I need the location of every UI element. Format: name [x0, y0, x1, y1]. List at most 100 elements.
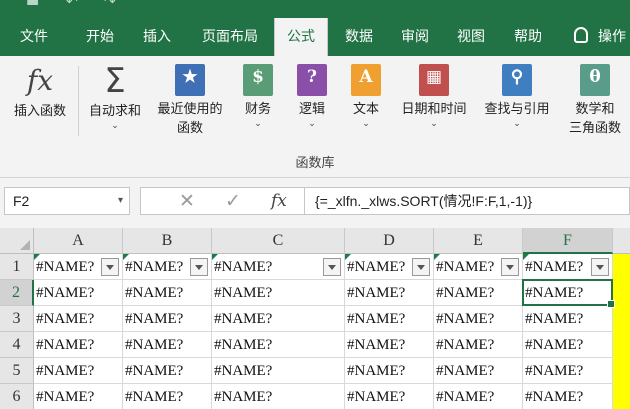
row-header-1[interactable]: 1: [0, 254, 34, 280]
row-header-6[interactable]: 6: [0, 384, 34, 409]
cell-c6[interactable]: #NAME?: [212, 384, 345, 409]
cell-value: #NAME?: [125, 389, 184, 405]
filter-dropdown-icon[interactable]: [501, 258, 519, 276]
column-header-c[interactable]: C: [212, 228, 345, 254]
formula-bar: F2 ▾ ✕ ✓ fx {=_xlfn._xlws.SORT(情况!F:F,1,…: [0, 178, 630, 228]
cancel-icon[interactable]: ✕: [179, 190, 195, 212]
column-header-a[interactable]: A: [34, 228, 123, 254]
name-box[interactable]: F2 ▾: [4, 187, 130, 215]
cell-e2[interactable]: #NAME?: [434, 280, 523, 306]
cell-c2[interactable]: #NAME?: [212, 280, 345, 306]
cell-d5[interactable]: #NAME?: [345, 358, 434, 384]
calendar-book-icon: ▦: [419, 64, 449, 96]
cell-d1[interactable]: #NAME?: [345, 254, 434, 280]
cell-b2[interactable]: #NAME?: [123, 280, 212, 306]
spreadsheet-grid: ABCDEFG 123456 #NAME? #NAME? #NAME? #NAME? #…: [0, 228, 630, 409]
cell-e4[interactable]: #NAME?: [434, 332, 523, 358]
row-header-2[interactable]: 2: [0, 280, 34, 306]
cell-f3[interactable]: #NAME?: [523, 306, 613, 332]
text-button[interactable]: A 文本 ⌄: [344, 64, 388, 129]
enter-icon[interactable]: ✓: [225, 190, 241, 212]
financial-button[interactable]: $ 财务 ⌄: [236, 64, 280, 129]
chevron-down-icon: ⌄: [308, 119, 316, 129]
cell-value: #NAME?: [436, 311, 495, 327]
text-label: 文本: [352, 102, 379, 117]
row-header-5[interactable]: 5: [0, 358, 34, 384]
cell-f1[interactable]: #NAME?: [523, 254, 613, 280]
tab-insert[interactable]: 插入: [132, 18, 182, 56]
cell-value: #NAME?: [436, 363, 495, 379]
column-header-d[interactable]: D: [345, 228, 434, 254]
lightbulb-icon: [574, 27, 588, 43]
cell-d6[interactable]: #NAME?: [345, 384, 434, 409]
select-all-button[interactable]: [0, 228, 34, 254]
lookup-reference-button[interactable]: ⚲ 查找与引用 ⌄: [476, 64, 558, 129]
cell-c3[interactable]: #NAME?: [212, 306, 345, 332]
insert-function-button[interactable]: fx 插入函数: [6, 64, 74, 121]
save-icon[interactable]: ▬: [26, 0, 39, 10]
cell-value: #NAME?: [214, 259, 273, 275]
cell-a6[interactable]: #NAME?: [34, 384, 123, 409]
formula-input[interactable]: {=_xlfn._xlws.SORT(情况!F:F,1,-1)}: [305, 187, 630, 215]
tab-formulas[interactable]: 公式: [274, 18, 328, 56]
cell-b5[interactable]: #NAME?: [123, 358, 212, 384]
cell-f4[interactable]: #NAME?: [523, 332, 613, 358]
row-header-3[interactable]: 3: [0, 306, 34, 332]
cell-e1[interactable]: #NAME?: [434, 254, 523, 280]
filter-dropdown-icon[interactable]: [101, 258, 119, 276]
tab-help[interactable]: 帮助: [502, 18, 554, 56]
filter-dropdown-icon[interactable]: [412, 258, 430, 276]
fx-icon[interactable]: fx: [271, 191, 287, 211]
undo-icon[interactable]: ↶: [66, 0, 78, 10]
cell-b1[interactable]: #NAME?: [123, 254, 212, 280]
chevron-down-icon: ⌄: [513, 119, 521, 129]
filter-dropdown-icon[interactable]: [591, 258, 609, 276]
cell-b3[interactable]: #NAME?: [123, 306, 212, 332]
cell-a4[interactable]: #NAME?: [34, 332, 123, 358]
cell-value: #NAME?: [214, 389, 273, 405]
recent-functions-button[interactable]: ★ 最近使用的 函数: [150, 64, 230, 138]
tab-review[interactable]: 审阅: [390, 18, 440, 56]
cell-b4[interactable]: #NAME?: [123, 332, 212, 358]
cell-c5[interactable]: #NAME?: [212, 358, 345, 384]
filter-dropdown-icon[interactable]: [190, 258, 208, 276]
column-header-g[interactable]: G: [613, 228, 630, 254]
tab-file[interactable]: 文件: [8, 18, 60, 56]
cell-e6[interactable]: #NAME?: [434, 384, 523, 409]
cell-a1[interactable]: #NAME?: [34, 254, 123, 280]
column-header-e[interactable]: E: [434, 228, 523, 254]
redo-icon[interactable]: ↷: [104, 0, 116, 10]
cell-a5[interactable]: #NAME?: [34, 358, 123, 384]
cell-b6[interactable]: #NAME?: [123, 384, 212, 409]
cell-f6[interactable]: #NAME?: [523, 384, 613, 409]
tab-tell-me[interactable]: 操作: [574, 18, 630, 56]
cell-d4[interactable]: #NAME?: [345, 332, 434, 358]
cell-e3[interactable]: #NAME?: [434, 306, 523, 332]
tab-page-layout[interactable]: 页面布局: [190, 18, 270, 56]
cell-d2[interactable]: #NAME?: [345, 280, 434, 306]
date-time-button[interactable]: ▦ 日期和时间 ⌄: [394, 64, 474, 129]
highlighted-column: [613, 254, 630, 409]
tab-view[interactable]: 视图: [446, 18, 496, 56]
row-header-4[interactable]: 4: [0, 332, 34, 358]
column-header-b[interactable]: B: [123, 228, 212, 254]
title-bar: ▬ ↶ ↷: [0, 0, 630, 18]
cell-e5[interactable]: #NAME?: [434, 358, 523, 384]
column-header-f[interactable]: F: [523, 228, 613, 254]
cell-c4[interactable]: #NAME?: [212, 332, 345, 358]
chevron-down-icon[interactable]: ▾: [118, 188, 123, 214]
text-book-icon: A: [351, 64, 381, 96]
tab-home[interactable]: 开始: [72, 18, 128, 56]
tab-data[interactable]: 数据: [334, 18, 384, 56]
cell-value: #NAME?: [125, 363, 184, 379]
autosum-button[interactable]: Σ 自动求和 ⌄: [82, 64, 148, 131]
logical-button[interactable]: ? 逻辑 ⌄: [290, 64, 334, 129]
cell-value: #NAME?: [525, 337, 584, 353]
cell-d3[interactable]: #NAME?: [345, 306, 434, 332]
cell-f5[interactable]: #NAME?: [523, 358, 613, 384]
cell-a2[interactable]: #NAME?: [34, 280, 123, 306]
math-trig-button[interactable]: θ 数学和 三角函数: [560, 64, 630, 138]
cell-c1[interactable]: #NAME?: [212, 254, 345, 280]
filter-dropdown-icon[interactable]: [323, 258, 341, 276]
cell-a3[interactable]: #NAME?: [34, 306, 123, 332]
